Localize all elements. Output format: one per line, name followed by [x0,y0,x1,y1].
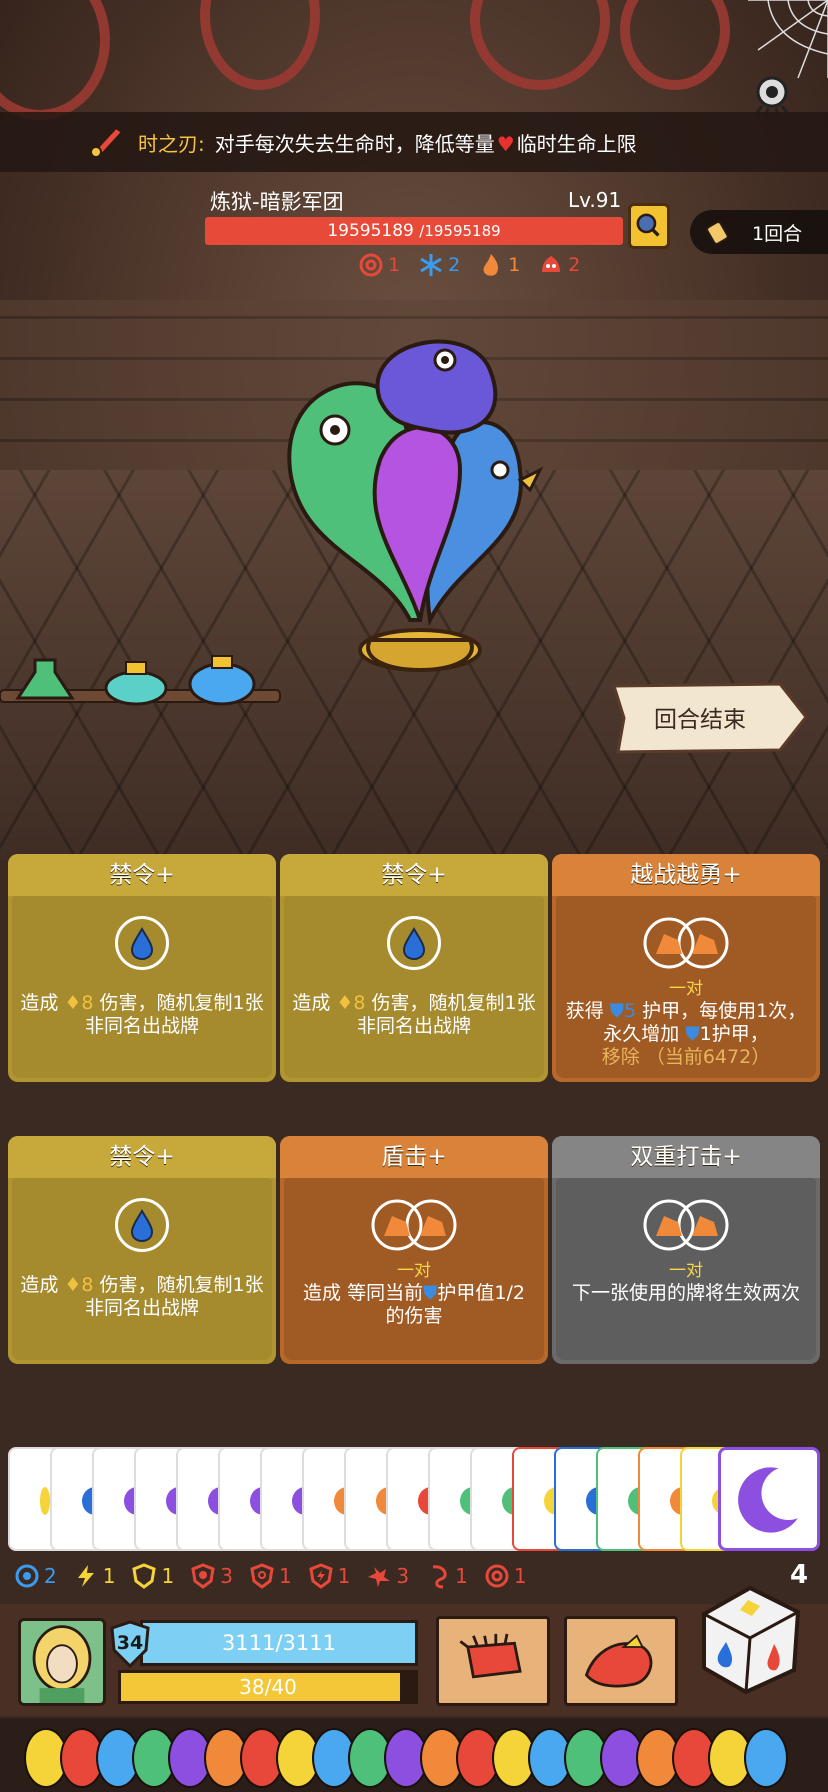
card-title: 禁令+ [8,1136,276,1178]
status-burn[interactable]: 1 [478,252,520,278]
enemy-hp-current: 19595189 [327,221,414,241]
card-title: 盾击+ [280,1136,548,1178]
status-frost[interactable]: 2 [418,252,460,278]
buff-heart-shield[interactable]: 3 [190,1563,233,1589]
pair-dice-icon [643,1199,729,1251]
teal-potion-icon[interactable] [104,661,168,706]
card-description: 造成 ♦8 伤害，随机复制1张非同名出战牌 [292,992,536,1037]
green-potion-icon[interactable] [15,658,75,700]
card-title: 双重打击+ [552,1136,820,1178]
buff-hook[interactable]: 1 [425,1563,468,1589]
card-title: 禁令+ [8,854,276,896]
water-drop-icon [115,1198,169,1252]
card-shield-bash[interactable]: 盾击+ 一对 造成 等同当前⛊护甲值1/2 的伤害 [280,1136,548,1364]
player-hp-bar: 3111/3111 [140,1620,418,1666]
spiral-icon [359,253,383,277]
enemy-info-button[interactable] [628,203,670,249]
buff-shield[interactable]: 1 [131,1563,174,1589]
blue-potion-icon[interactable] [188,655,256,706]
heart-shield-icon [191,1563,215,1589]
pair-label: 一对 [669,979,703,999]
card-title: 越战越勇+ [552,854,820,896]
card-description: 获得 ⛊5 护甲，每使用1次，永久增加 ⛊1护甲， 移除 （当前6472） [565,1000,807,1068]
spiderweb-decoration [748,0,828,79]
lightning-icon [77,1565,94,1587]
rage-icon [542,256,561,272]
dice-hand [8,1447,820,1551]
enemy-hp-bar: 19595189 /19595189 [205,217,623,245]
spiked-fist-icon [459,1633,522,1679]
card-description: 下一张使用的牌将生效两次 [571,1282,800,1304]
target-shield-icon [250,1563,274,1589]
tentacle-decoration [0,0,110,120]
player-buff-list: 2 1 1 3 1 1 3 1 1 [14,1563,527,1589]
spiral-icon [485,1564,509,1588]
hook-icon [432,1565,447,1589]
pair-dice-icon [371,1199,457,1251]
armor-value: 34 [116,1632,144,1654]
potion-shelf [0,655,281,706]
enemy-level: Lv.91 [568,188,622,212]
water-drop-icon [387,916,441,970]
relic-description: 对手每次失去生命时，降低等量 ♥ 临时生命上限 [214,131,637,156]
hand-card-moon[interactable] [718,1447,820,1551]
enemy-hp-max: /19595189 [419,222,501,240]
relic-item[interactable] [744,1728,788,1788]
tentacle-decoration [620,0,730,90]
end-turn-button[interactable]: 回合结束 [610,680,810,754]
bolt-shield-icon [308,1563,333,1589]
enemy-status-list: 1 2 1 2 [358,252,580,278]
buff-focus[interactable]: 2 [14,1563,57,1589]
pair-label: 一对 [397,1261,431,1281]
hero-portrait-icon [32,1625,92,1703]
dice-icon[interactable] [698,1584,802,1696]
splash-icon [584,1634,653,1688]
card-ban[interactable]: 禁令+ 造成 ♦8 伤害，随机复制1张非同名出战牌 [8,1136,276,1364]
relic-name: 时之刃: [138,131,205,156]
energy-label: 38/40 [239,1675,297,1699]
snowflake-icon [420,254,442,276]
status-rage[interactable]: 2 [538,252,580,278]
buff-claw[interactable]: 3 [366,1563,409,1589]
end-turn-label: 回合结束 [654,707,746,733]
relic-banner: 时之刃: 对手每次失去生命时，降低等量 ♥ 临时生命上限 [0,112,828,172]
card-double-strike[interactable]: 双重打击+ 一对 下一张使用的牌将生效两次 [552,1136,820,1364]
turn-counter: 1回合 [690,210,828,254]
shield-buff-icon [132,1563,157,1589]
turn-label: 1回合 [752,222,803,245]
heart-icon: ♥ [496,131,515,156]
buff-bolt-shield[interactable]: 1 [308,1563,350,1589]
buff-target-shield[interactable]: 1 [249,1563,292,1589]
pair-dice-icon [643,917,729,969]
card-braver-in-battle[interactable]: 越战越勇+ 一对 获得 ⛊5 护甲，每使用1次，永久增加 ⛊1护甲， 移除 （当前… [552,854,820,1082]
pair-label: 一对 [669,1261,703,1281]
blade-relic-icon [90,126,124,158]
card-description: 造成 ♦8 伤害，随机复制1张非同名出战牌 [20,1274,264,1319]
focus-icon [15,1564,39,1588]
gear-icon[interactable] [748,70,796,118]
armor-badge: 34 [108,1620,152,1669]
magnifier-icon [636,213,660,237]
skill-splash-button[interactable] [564,1616,678,1706]
card-ban[interactable]: 禁令+ 造成 ♦8 伤害，随机复制1张非同名出战牌 [280,854,548,1082]
buff-lightning[interactable]: 1 [73,1563,115,1589]
buff-spiral[interactable]: 1 [484,1563,527,1589]
moon-icon [738,1467,798,1533]
card-description: 造成 等同当前⛊护甲值1/2 的伤害 [303,1282,525,1327]
card-description: 造成 ♦8 伤害，随机复制1张非同名出战牌 [20,992,264,1037]
player-energy-bar: 38/40 [118,1670,418,1704]
skill-fist-button[interactable] [436,1616,550,1706]
flame-icon [483,254,499,276]
scroll-icon [706,221,729,245]
card-ban[interactable]: 禁令+ 造成 ♦8 伤害，随机复制1张非同名出战牌 [8,854,276,1082]
water-drop-icon [115,916,169,970]
player-avatar[interactable] [18,1618,106,1706]
tentacle-decoration [470,0,610,90]
claw-icon [368,1567,391,1587]
tentacle-decoration [200,0,320,90]
status-spiral[interactable]: 1 [358,252,400,278]
relic-collection-bar[interactable] [0,1718,828,1792]
enemy-name: 炼狱-暗影军团 [210,190,344,214]
card-title: 禁令+ [280,854,548,896]
